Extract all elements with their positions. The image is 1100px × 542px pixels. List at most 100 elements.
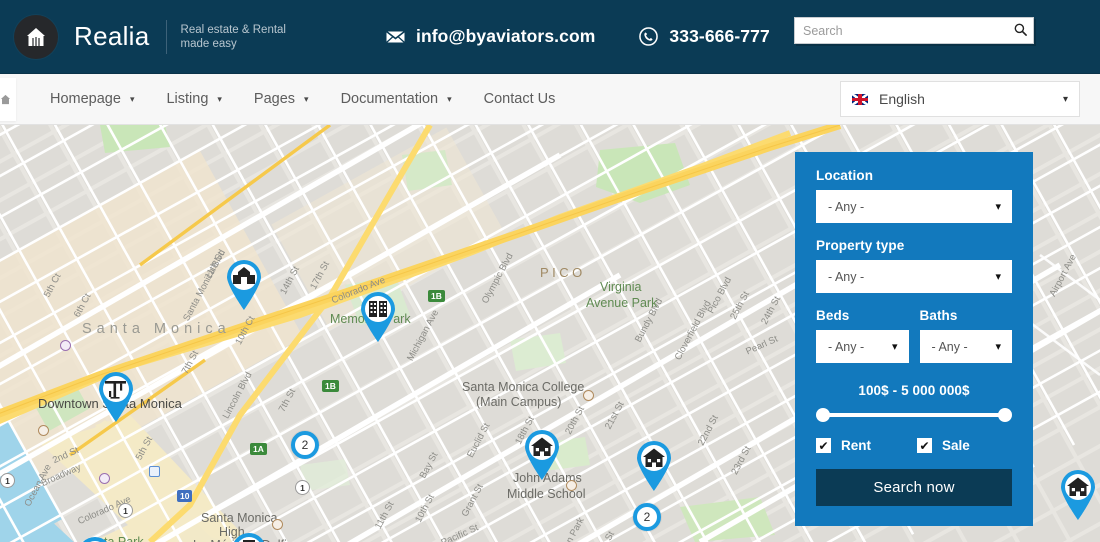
poi-dot xyxy=(99,473,110,484)
top-header-bar: Realia Real estate & Rental made easy in… xyxy=(0,0,1100,74)
nav-items: Homepage ▾ Listing ▾ Pages ▾ Documentati… xyxy=(34,74,571,125)
poi-dot xyxy=(38,425,49,436)
map-marker-house[interactable] xyxy=(1058,468,1098,520)
house-logo-icon xyxy=(14,14,58,59)
chevron-down-icon: ▾ xyxy=(447,93,452,104)
highway-shield: 1A xyxy=(250,443,267,455)
beds-group: Beds - Any - ▾ xyxy=(816,308,909,363)
location-select-value: - Any - xyxy=(828,199,865,214)
map-cluster-count: 2 xyxy=(643,510,651,524)
poi-dot xyxy=(583,390,594,401)
price-slider-min-handle[interactable] xyxy=(816,408,830,422)
uk-flag-icon xyxy=(852,93,868,105)
brand-name: Realia xyxy=(74,21,150,51)
rent-checkbox[interactable]: ✔ Rent xyxy=(816,438,871,453)
poi-dot xyxy=(149,466,160,477)
map-marker-mansion[interactable] xyxy=(224,258,264,310)
magnifier-icon xyxy=(1014,23,1027,39)
highway-shield-interstate: 10 xyxy=(177,490,193,502)
contact-phone-text: 333-666-777 xyxy=(669,26,770,46)
nav-item-documentation-label: Documentation xyxy=(340,91,439,107)
chevron-down-icon: ▾ xyxy=(995,201,1001,213)
poi-dot xyxy=(60,340,71,351)
nav-item-homepage-label: Homepage xyxy=(50,91,121,107)
map-marker-house[interactable] xyxy=(634,439,674,491)
poi-dot xyxy=(566,480,577,491)
brand-tagline-line1: Real estate & Rental xyxy=(180,23,286,36)
highway-shield-us: 1 xyxy=(0,473,15,488)
map-cluster-marker[interactable]: 2 xyxy=(291,431,319,459)
location-select[interactable]: - Any - ▾ xyxy=(816,190,1012,223)
brand-logo[interactable]: Realia Real estate & Rental made easy xyxy=(14,14,286,59)
map-cluster-marker[interactable]: 2 xyxy=(633,503,661,531)
map-cluster-count: 2 xyxy=(301,438,309,452)
map-marker-tower[interactable] xyxy=(229,531,269,542)
highway-shield: 1B xyxy=(428,290,445,302)
chevron-down-icon: ▾ xyxy=(304,93,309,104)
page-root: Realia Real estate & Rental made easy in… xyxy=(0,0,1100,542)
baths-group: Baths - Any - ▾ xyxy=(919,308,1012,363)
search-submit-button[interactable] xyxy=(1007,18,1033,43)
language-selector[interactable]: English ▾ xyxy=(840,81,1080,117)
phone-icon xyxy=(639,27,659,46)
contact-group: info@byaviators.com 333-666-777 xyxy=(386,26,770,47)
property-type-select[interactable]: - Any - ▾ xyxy=(816,260,1012,293)
contact-email[interactable]: info@byaviators.com xyxy=(386,26,595,47)
nav-item-documentation[interactable]: Documentation ▾ xyxy=(325,74,468,125)
highway-shield-us: 1 xyxy=(118,503,133,518)
location-label: Location xyxy=(816,168,874,183)
checkmark-icon: ✔ xyxy=(816,438,831,453)
chevron-down-icon: ▾ xyxy=(129,93,135,104)
nav-item-pages-label: Pages xyxy=(253,91,296,107)
price-slider-track xyxy=(823,413,1005,417)
beds-label: Beds xyxy=(816,308,850,323)
beds-select-value: - Any - xyxy=(828,339,865,354)
map-canvas[interactable]: Santa Monica PICO Downtown Santa Monica … xyxy=(0,125,1100,542)
brand-tagline-line2: made easy xyxy=(180,37,237,50)
map-marker-apartment[interactable] xyxy=(358,290,398,342)
property-type-label: Property type xyxy=(816,238,905,253)
property-type-select-value: - Any - xyxy=(828,269,865,284)
poi-dot xyxy=(272,519,283,530)
contact-email-text: info@byaviators.com xyxy=(416,26,596,46)
nav-item-contact-us-label: Contact Us xyxy=(483,91,556,107)
price-range-slider[interactable] xyxy=(816,408,1012,422)
listing-type-checkboxes: ✔ Rent ✔ Sale xyxy=(816,438,1012,453)
chevron-down-icon: ▾ xyxy=(217,93,222,104)
brand-tagline: Real estate & Rental made easy xyxy=(181,23,286,51)
chevron-down-icon: ▾ xyxy=(1062,93,1068,105)
sale-checkbox-label: Sale xyxy=(942,438,970,453)
baths-select-value: - Any - xyxy=(931,339,968,354)
checkmark-icon: ✔ xyxy=(917,438,932,453)
price-slider-max-handle[interactable] xyxy=(998,408,1012,422)
nav-item-contact-us[interactable]: Contact Us xyxy=(468,74,572,125)
map-marker-crane[interactable] xyxy=(96,370,136,422)
baths-select[interactable]: - Any - ▾ xyxy=(919,330,1012,363)
map-marker-villa[interactable] xyxy=(75,535,115,542)
highway-shield-us: 1 xyxy=(295,480,310,495)
nav-item-pages[interactable]: Pages ▾ xyxy=(238,74,325,125)
price-range-label: 100$ - 5 000 000$ xyxy=(858,383,970,398)
main-navigation-bar: Homepage ▾ Listing ▾ Pages ▾ Documentati… xyxy=(0,74,1100,125)
sale-checkbox[interactable]: ✔ Sale xyxy=(917,438,970,453)
beds-baths-row: Beds - Any - ▾ Baths - Any - ▾ xyxy=(816,308,1012,363)
map-marker-house[interactable] xyxy=(522,428,562,480)
nav-item-homepage[interactable]: Homepage ▾ xyxy=(34,74,150,125)
chevron-down-icon: ▾ xyxy=(995,341,1001,353)
home-icon[interactable] xyxy=(0,77,16,121)
chevron-down-icon: ▾ xyxy=(995,271,1001,283)
property-search-panel: Location - Any - ▾ Property type - Any -… xyxy=(795,152,1033,526)
beds-select[interactable]: - Any - ▾ xyxy=(816,330,909,363)
envelope-icon xyxy=(386,30,405,44)
rent-checkbox-label: Rent xyxy=(841,438,871,453)
chevron-down-icon: ▾ xyxy=(891,341,898,353)
contact-phone[interactable]: 333-666-777 xyxy=(639,26,770,47)
nav-item-listing[interactable]: Listing ▾ xyxy=(150,74,237,125)
baths-label: Baths xyxy=(919,308,958,323)
header-search-box[interactable] xyxy=(794,17,1034,44)
language-selector-label: English xyxy=(879,91,925,107)
search-now-button[interactable]: Search now xyxy=(816,469,1012,506)
search-input[interactable] xyxy=(795,18,1007,43)
